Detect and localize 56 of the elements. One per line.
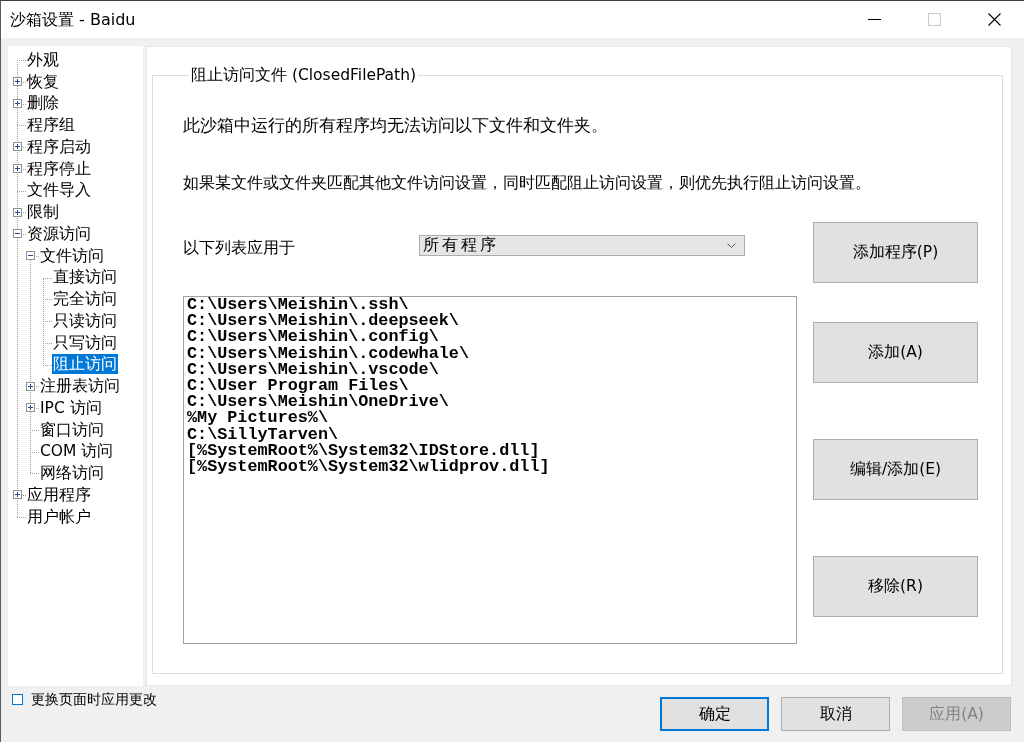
maximize-icon: [927, 13, 941, 26]
expand-icon[interactable]: [13, 164, 22, 174]
chevron-down-icon: [727, 243, 736, 248]
tree-item[interactable]: 程序停止: [26, 158, 92, 179]
path-entry[interactable]: C:\Users\Meishin\.vscode\: [187, 361, 439, 378]
tree-item[interactable]: 文件导入: [26, 180, 92, 201]
list-action-button[interactable]: 移除(R): [813, 556, 978, 617]
description-text: 此沙箱中运行的所有程序均无法访问以下文件和文件夹。: [183, 114, 609, 136]
program-dropdown[interactable]: 所有程序: [419, 235, 745, 256]
path-entry[interactable]: C:\SillyTarven\: [187, 426, 339, 443]
tree-item[interactable]: 直接访问: [52, 267, 118, 288]
list-action-button[interactable]: 添加(A): [813, 322, 978, 383]
path-entry[interactable]: [%SystemRoot%\System32\wlidprov.dll]: [187, 458, 550, 476]
tree-item[interactable]: 资源访问: [26, 223, 92, 244]
path-entry[interactable]: C:\User Program Files\: [187, 377, 409, 395]
tree-item[interactable]: 删除: [26, 93, 60, 114]
expand-icon[interactable]: [13, 98, 22, 108]
tree-item[interactable]: 窗口访问: [39, 419, 105, 440]
tree-item[interactable]: 外观: [26, 49, 60, 70]
tree-item[interactable]: 只读访问: [52, 310, 118, 331]
tree-item[interactable]: 限制: [26, 202, 60, 223]
tree-item[interactable]: 用户帐户: [26, 506, 92, 527]
tree-item[interactable]: 文件访问: [39, 245, 105, 266]
checkbox-label: 更换页面时应用更改: [31, 690, 157, 708]
dialog-button[interactable]: 取消: [781, 697, 890, 731]
path-entry[interactable]: [%SystemRoot%\System32\IDStore.dll]: [187, 442, 540, 459]
list-action-button[interactable]: 编辑/添加(E): [813, 439, 978, 500]
close-icon: [987, 13, 1001, 26]
tree-item[interactable]: 只写访问: [52, 332, 118, 353]
collapse-icon[interactable]: [13, 229, 22, 239]
expand-icon[interactable]: [13, 142, 22, 152]
group-title: 阻止访问文件 (ClosedFilePath): [190, 65, 418, 85]
path-entry[interactable]: C:\Users\Meishin\.codewhale\: [187, 345, 469, 362]
path-entry[interactable]: C:\Users\Meishin\OneDrive\: [187, 394, 449, 411]
expand-icon[interactable]: [13, 207, 22, 217]
dialog-button[interactable]: 确定: [660, 697, 769, 731]
path-entry[interactable]: C:\Users\Meishin\.deepseek\: [187, 313, 459, 330]
expand-icon[interactable]: [26, 403, 35, 413]
tree-item[interactable]: 恢复: [26, 71, 60, 92]
path-entry[interactable]: C:\Users\Meishin\.ssh\: [187, 297, 409, 314]
collapse-icon[interactable]: [26, 251, 35, 261]
apply-to-label: 以下列表应用于: [183, 238, 295, 258]
minimize-icon: [867, 19, 881, 20]
path-entry[interactable]: %My Pictures%\: [187, 410, 328, 427]
path-entry[interactable]: C:\Users\Meishin\.config\: [187, 329, 439, 346]
expand-icon[interactable]: [13, 77, 22, 87]
note-text: 如果某文件或文件夹匹配其他文件访问设置，同时匹配阻止访问设置，则优先执行阻止访问设置。: [183, 173, 872, 193]
tree-item[interactable]: 程序启动: [26, 136, 92, 157]
add-program-button[interactable]: 添加程序(P): [813, 222, 978, 283]
tree-item[interactable]: 阻止访问: [52, 354, 118, 375]
checkbox[interactable]: [12, 693, 23, 705]
tree-item[interactable]: IPC 访问: [39, 397, 103, 418]
tree-item[interactable]: 应用程序: [26, 484, 92, 505]
expand-icon[interactable]: [13, 490, 22, 500]
expand-icon[interactable]: [26, 381, 35, 391]
window-title: 沙箱设置 - Baidu: [10, 9, 136, 30]
